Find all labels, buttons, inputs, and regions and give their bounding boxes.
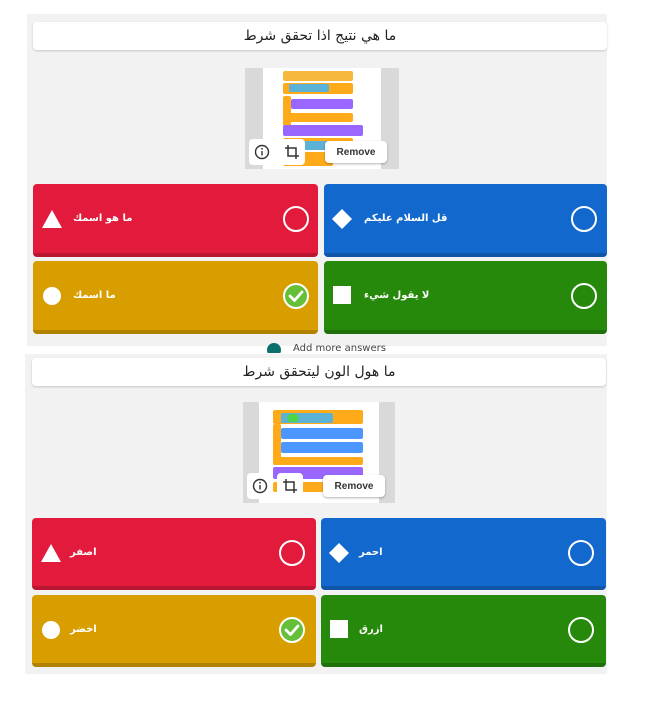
correct-toggle[interactable]: [571, 283, 597, 309]
question-title-text: ما هي نتيج اذا تحقق شرط: [243, 28, 397, 44]
add-more-label: Add more answers: [293, 343, 386, 353]
code-block: [283, 113, 353, 122]
answer-text[interactable]: اخضر: [70, 595, 256, 663]
answer-option-1: ما هو اسمك: [33, 184, 318, 257]
code-block: [289, 84, 329, 92]
answer-text[interactable]: اصفر: [70, 518, 256, 586]
code-block: [281, 428, 363, 439]
circle-icon: [43, 287, 61, 305]
correct-toggle[interactable]: [568, 617, 594, 643]
answer-option-3: ما اسمك: [33, 261, 318, 334]
info-icon: [254, 144, 270, 160]
answer-option-4: ازرق: [321, 595, 606, 667]
answer-option-4: لا يقول شيء: [324, 261, 607, 334]
answer-option-2: قل السلام عليكم: [324, 184, 607, 257]
correct-toggle[interactable]: [279, 617, 305, 643]
question-title-text: ما هول الون ليتحقق شرط: [242, 364, 396, 380]
correct-toggle[interactable]: [283, 283, 309, 309]
question-image: Remove: [245, 68, 399, 169]
image-crop-button[interactable]: [277, 473, 303, 499]
question-image: Remove: [243, 402, 395, 503]
question-card-1: ما هي نتيج اذا تحقق شرط Remove ما هو اسم…: [27, 14, 607, 346]
remove-image-button[interactable]: Remove: [325, 141, 387, 163]
answer-text[interactable]: لا يقول شيء: [364, 261, 547, 330]
answer-text[interactable]: احمر: [359, 518, 546, 586]
circle-icon: [42, 621, 60, 639]
square-icon: [330, 620, 348, 638]
correct-toggle[interactable]: [283, 206, 309, 232]
square-icon: [333, 286, 351, 304]
diamond-icon: [329, 543, 349, 563]
code-block: [287, 414, 299, 422]
remove-image-button[interactable]: Remove: [323, 475, 385, 497]
answer-option-2: احمر: [321, 518, 606, 590]
question-title[interactable]: ما هول الون ليتحقق شرط: [32, 358, 606, 386]
triangle-icon: [41, 544, 61, 562]
answer-text[interactable]: ازرق: [359, 595, 546, 663]
image-info-button[interactable]: [247, 473, 273, 499]
answer-option-3: اخضر: [32, 595, 316, 667]
code-block: [283, 71, 353, 81]
code-block: [281, 442, 363, 453]
check-icon: [284, 624, 300, 636]
crop-icon: [285, 145, 299, 159]
answer-text[interactable]: قل السلام عليكم: [364, 184, 547, 253]
answer-text[interactable]: ما هو اسمك: [73, 184, 258, 253]
correct-toggle[interactable]: [279, 540, 305, 566]
image-crop-button[interactable]: [279, 139, 305, 165]
add-more-answers-button[interactable]: Add more answers: [267, 343, 386, 353]
code-block: [273, 457, 363, 465]
plus-icon: [267, 343, 281, 353]
code-block: [283, 125, 363, 136]
diamond-icon: [332, 209, 352, 229]
triangle-icon: [42, 210, 62, 228]
question-card-2: ما هول الون ليتحقق شرط Remove اصفر احمر …: [25, 354, 607, 674]
crop-icon: [283, 479, 297, 493]
info-icon: [252, 478, 268, 494]
answer-text[interactable]: ما اسمك: [73, 261, 258, 330]
correct-toggle[interactable]: [568, 540, 594, 566]
question-title[interactable]: ما هي نتيج اذا تحقق شرط: [33, 22, 607, 50]
code-block: [291, 99, 353, 109]
correct-toggle[interactable]: [571, 206, 597, 232]
check-icon: [288, 290, 304, 302]
answer-option-1: اصفر: [32, 518, 316, 590]
image-info-button[interactable]: [249, 139, 275, 165]
